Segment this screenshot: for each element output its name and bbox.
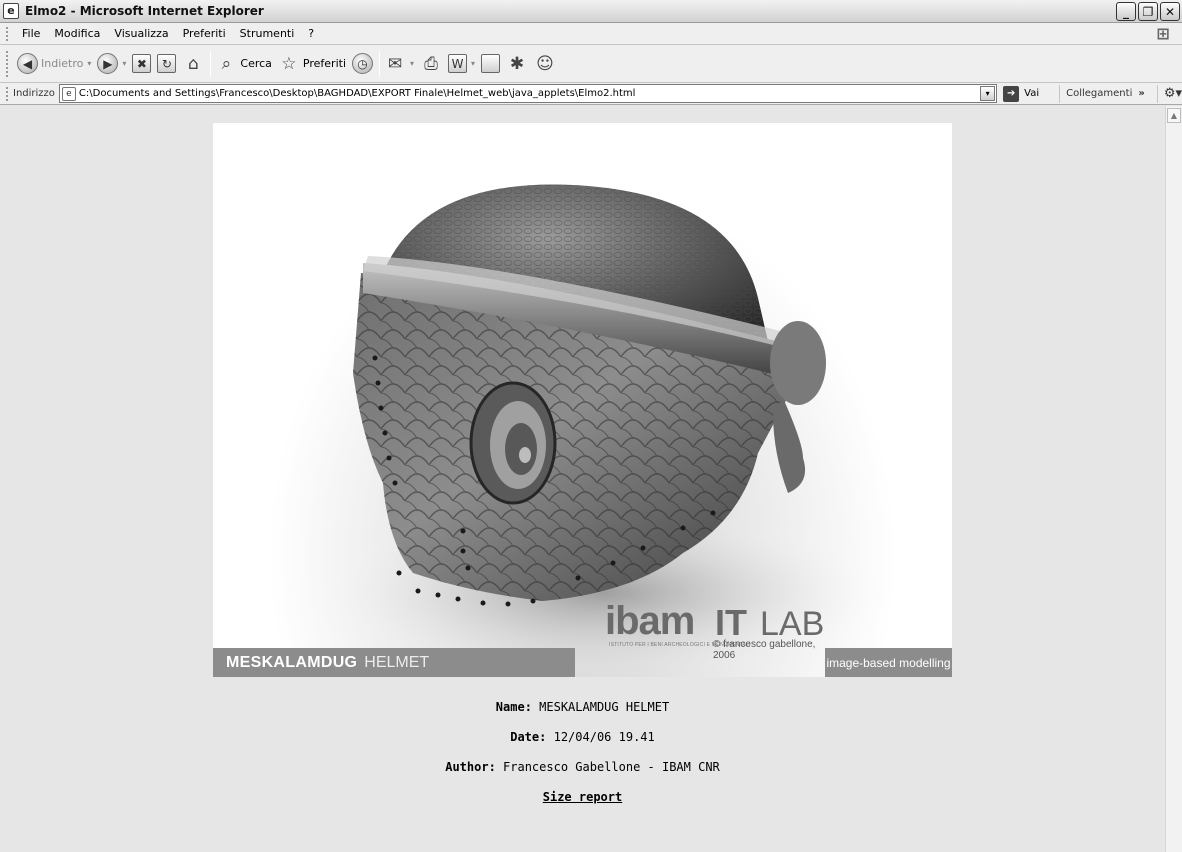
contacts-icon: ☺ — [536, 53, 554, 74]
info-author-row: Author: Francesco Gabellone - IBAM CNR — [0, 760, 1165, 790]
messenger-icon: ✱ — [509, 53, 525, 74]
history-button[interactable]: ◷ — [352, 53, 373, 74]
address-label: Indirizzo — [13, 88, 55, 99]
restore-button[interactable]: ❐ — [1138, 2, 1158, 21]
windows-logo-icon: ⊞ — [1156, 24, 1170, 43]
links-label: Collegamenti — [1066, 88, 1133, 99]
logo-lab: LAB — [760, 605, 825, 643]
discuss-button[interactable] — [481, 54, 501, 73]
vertical-scrollbar[interactable]: ▲ — [1165, 106, 1182, 852]
home-button[interactable]: ⌂ — [182, 53, 204, 75]
menu-file[interactable]: File — [15, 27, 47, 40]
contacts-button[interactable]: ☺ — [534, 53, 556, 75]
mail-button[interactable]: ✉ ▾ — [384, 53, 414, 75]
model-info: Name: MESKALAMDUG HELMET Date: 12/04/06 … — [0, 700, 1165, 820]
standard-toolbar: ◀ Indietro ▾ ▶ ▾ ✖ ↻ ⌂ ⌕ Cerca ☆ Preferi… — [0, 45, 1182, 83]
caption-tagline: image-based modelling — [825, 648, 952, 677]
info-date-row: Date: 12/04/06 19.41 — [0, 730, 1165, 760]
links-chevron-icon[interactable]: » — [1138, 88, 1144, 99]
window-controls: _ ❐ ✕ — [1116, 2, 1180, 21]
menu-visualizza[interactable]: Visualizza — [107, 27, 175, 40]
caption-main: MESKALAMDUG — [226, 653, 358, 671]
stop-button[interactable]: ✖ — [132, 54, 152, 73]
favorites-label: Preferiti — [302, 57, 346, 70]
date-label: Date: — [510, 730, 547, 744]
logo-it: IT — [715, 602, 747, 643]
search-icon: ⌕ — [221, 53, 232, 74]
toolbar-separator — [379, 50, 380, 77]
info-size-row: Size report — [0, 790, 1165, 820]
links-toolbar[interactable]: Collegamenti » — [1059, 84, 1145, 103]
back-button[interactable]: ◀ Indietro ▾ — [17, 53, 91, 74]
favorites-icon: ☆ — [281, 53, 297, 74]
minimize-button[interactable]: _ — [1116, 2, 1136, 21]
menu-help[interactable]: ? — [301, 27, 321, 40]
forward-dropdown-icon[interactable]: ▾ — [122, 59, 126, 68]
menu-modifica[interactable]: Modifica — [47, 27, 107, 40]
refresh-icon: ↻ — [157, 54, 177, 73]
print-icon: ⎙ — [424, 53, 438, 74]
ie-page-icon: e — [3, 3, 19, 19]
print-button[interactable]: ⎙ — [420, 53, 442, 75]
date-value: 12/04/06 19.41 — [553, 730, 655, 744]
caption-title: MESKALAMDUG HELMET — [213, 648, 575, 677]
refresh-button[interactable]: ↻ — [157, 54, 177, 73]
forward-button[interactable]: ▶ ▾ — [97, 53, 126, 74]
messenger-button[interactable]: ✱ — [506, 53, 528, 75]
ibam-it-lab-logo: ibam IT LAB ISTITUTO PER I BENI ARCHEOLO… — [605, 599, 835, 661]
address-bar: Indirizzo e ▾ ➔ Vai Collegamenti » ⚙▾ — [0, 83, 1182, 105]
stop-icon: ✖ — [132, 54, 152, 73]
favorites-button[interactable]: ☆ Preferiti — [278, 53, 346, 75]
discuss-icon — [481, 54, 501, 73]
name-label: Name: — [495, 700, 532, 714]
history-icon: ◷ — [352, 53, 373, 74]
menu-strumenti[interactable]: Strumenti — [233, 27, 302, 40]
size-report-link[interactable]: Size report — [543, 790, 622, 804]
go-arrow-icon: ➔ — [1003, 85, 1020, 102]
helmet-3d-viewer[interactable]: ibam IT LAB ISTITUTO PER I BENI ARCHEOLO… — [213, 123, 952, 677]
logo-ibam: ibam — [605, 599, 695, 643]
forward-icon: ▶ — [97, 53, 119, 74]
page-icon: e — [61, 86, 76, 101]
page-content: ibam IT LAB ISTITUTO PER I BENI ARCHEOLO… — [0, 106, 1165, 852]
address-field-container: e ▾ — [58, 84, 998, 103]
back-icon: ◀ — [17, 53, 38, 74]
go-button[interactable]: ➔ Vai — [1003, 85, 1040, 102]
info-name-row: Name: MESKALAMDUG HELMET — [0, 700, 1165, 730]
toolbar-grip[interactable] — [6, 26, 9, 41]
toolbar-separator — [210, 50, 212, 77]
name-value: MESKALAMDUG HELMET — [539, 700, 670, 714]
extension-icon: ⚙▾ — [1163, 86, 1182, 101]
extension-button[interactable]: ⚙▾ — [1156, 84, 1182, 103]
toolbar-grip[interactable] — [6, 86, 9, 101]
back-label: Indietro — [41, 57, 84, 70]
author-value: Francesco Gabellone - IBAM CNR — [503, 760, 720, 774]
mail-dropdown-icon[interactable]: ▾ — [410, 59, 414, 68]
edit-dropdown-icon[interactable]: ▾ — [471, 59, 475, 68]
window-title: Elmo2 - Microsoft Internet Explorer — [25, 4, 264, 18]
menu-preferiti[interactable]: Preferiti — [176, 27, 233, 40]
close-button[interactable]: ✕ — [1160, 2, 1180, 21]
viewer-caption-bar: MESKALAMDUG HELMET image-based modelling — [213, 648, 952, 677]
address-input[interactable] — [78, 85, 979, 102]
menu-bar: File Modifica Visualizza Preferiti Strum… — [0, 23, 1182, 45]
edit-button[interactable]: W ▾ — [448, 54, 475, 73]
home-icon: ⌂ — [187, 53, 199, 74]
search-label: Cerca — [240, 57, 272, 70]
helmet-render — [303, 184, 903, 677]
edit-icon: W — [448, 54, 468, 73]
title-bar: e Elmo2 - Microsoft Internet Explorer _ … — [0, 0, 1182, 23]
author-label: Author: — [445, 760, 496, 774]
toolbar-grip[interactable] — [6, 50, 9, 77]
back-dropdown-icon[interactable]: ▾ — [87, 59, 91, 68]
address-dropdown-icon[interactable]: ▾ — [980, 86, 996, 101]
go-label: Vai — [1024, 88, 1040, 99]
mail-icon: ✉ — [387, 53, 403, 74]
search-button[interactable]: ⌕ Cerca — [215, 53, 272, 75]
scroll-up-icon[interactable]: ▲ — [1167, 108, 1181, 123]
caption-secondary: HELMET — [364, 653, 430, 671]
